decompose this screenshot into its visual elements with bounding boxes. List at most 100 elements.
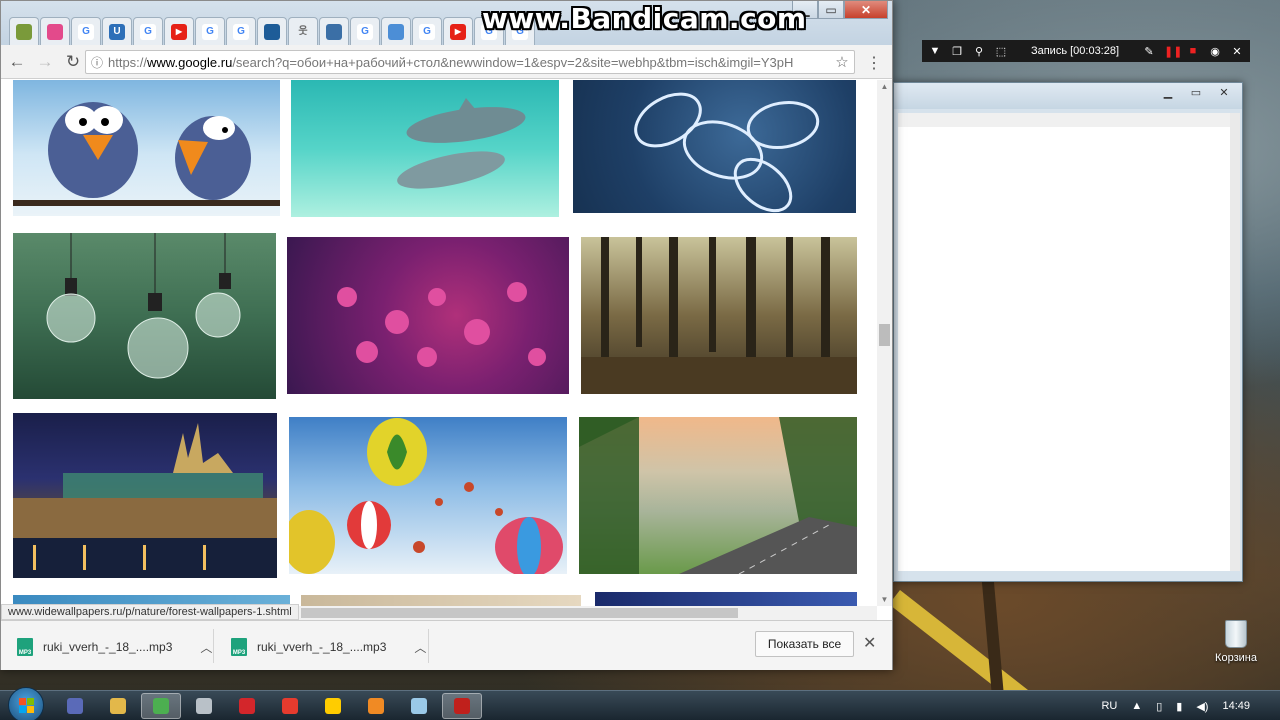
recycle-bin[interactable]: Корзина — [1208, 620, 1264, 664]
taskbar-button[interactable] — [442, 693, 482, 719]
search-icon[interactable]: ⚲ — [972, 45, 986, 58]
image-forest[interactable] — [581, 237, 857, 394]
google-icon: G — [233, 23, 249, 40]
browser-tab[interactable] — [257, 17, 287, 45]
clock[interactable]: 14:49 — [1222, 700, 1250, 712]
browser-tab[interactable] — [9, 17, 39, 45]
region-icon[interactable]: ⬚ — [994, 45, 1008, 58]
browser-tab[interactable]: G — [350, 17, 380, 45]
site-favicon — [16, 23, 32, 40]
chevron-up-icon[interactable]: ︿ — [200, 639, 212, 656]
close-icon[interactable]: ✕ — [863, 633, 876, 653]
youtube-icon: ▶ — [171, 23, 187, 40]
image-birds[interactable] — [13, 80, 280, 216]
taskbar-yandex-browser-icon — [325, 698, 341, 714]
background-window[interactable]: ▁ ▭ ✕ — [893, 82, 1243, 582]
browser-toolbar: ← → ↻ ⓘ https://www.google.ru/search?q=о… — [1, 45, 892, 79]
image-balloons[interactable] — [289, 417, 567, 574]
back-button[interactable]: ← — [3, 48, 31, 76]
browser-tab[interactable]: G — [412, 17, 442, 45]
taskbar-button[interactable] — [184, 693, 224, 719]
address-bar[interactable]: ⓘ https://www.google.ru/search?q=обои+на… — [85, 50, 855, 74]
mp3-file-icon: MP3 — [17, 638, 33, 656]
taskbar-button[interactable] — [356, 693, 396, 719]
pause-icon[interactable]: ❚❚ — [1164, 45, 1182, 58]
maximize-button[interactable]: ▭ — [818, 1, 844, 19]
volume-icon[interactable]: ◀) — [1196, 700, 1208, 713]
taskbar-button[interactable] — [55, 693, 95, 719]
minimize-icon[interactable]: ▁ — [1156, 85, 1180, 101]
browser-tab[interactable] — [381, 17, 411, 45]
address-url[interactable]: https://www.google.ru/search?q=обои+на+р… — [108, 55, 830, 70]
recycle-bin-label: Корзина — [1215, 652, 1257, 664]
person-icon: 웃 — [298, 25, 308, 37]
image-dolphins[interactable] — [291, 80, 559, 217]
tray-expand-icon[interactable]: ▲ — [1131, 700, 1142, 712]
show-all-downloads-button[interactable]: Показать все — [755, 631, 854, 657]
browser-tab[interactable]: 웃 — [288, 17, 318, 45]
download-item[interactable]: MP3 ruki_vverh_-_18_....mp3 ︿ — [231, 633, 426, 661]
forward-button[interactable]: → — [31, 48, 59, 76]
bookmark-star-icon[interactable]: ☆ — [830, 53, 854, 71]
stop-icon[interactable]: ■ — [1186, 45, 1200, 57]
device-icon[interactable]: ▯ — [1156, 700, 1162, 713]
scroll-up-icon[interactable]: ▲ — [879, 82, 890, 91]
close-icon[interactable]: ✕ — [1212, 85, 1236, 101]
windows-logo-icon — [19, 698, 34, 713]
recording-status: Запись [00:03:28] — [1030, 45, 1120, 57]
browser-tab[interactable]: G — [71, 17, 101, 45]
reload-button[interactable]: ↻ — [59, 48, 87, 76]
google-icon: G — [202, 23, 218, 40]
close-icon[interactable]: ✕ — [1230, 45, 1244, 58]
taskbar-button[interactable] — [98, 693, 138, 719]
image-foggy-road[interactable] — [579, 417, 857, 574]
browser-tab[interactable]: G — [195, 17, 225, 45]
browser-tab[interactable] — [319, 17, 349, 45]
image-frost-leaves[interactable] — [573, 80, 856, 213]
pencil-icon[interactable]: ✎ — [1142, 45, 1156, 58]
bandicam-toolbar: ▼ ❐ ⚲ ⬚ Запись [00:03:28] ✎ ❚❚ ■ ◉ ✕ — [922, 40, 1250, 62]
taskbar-button[interactable] — [399, 693, 439, 719]
camera-icon[interactable]: ◉ — [1208, 45, 1222, 58]
start-button[interactable] — [8, 687, 44, 720]
google-icon: G — [78, 23, 94, 40]
scrollbar-thumb[interactable] — [879, 324, 890, 346]
horizontal-scrollbar-thumb[interactable] — [301, 608, 738, 618]
scroll-down-icon[interactable]: ▼ — [879, 595, 890, 604]
chrome-window[interactable]: G U G ▶ G G 웃 G G ▶ G G ▁ ▭ ✕ ← → ↻ ⓘ https://www.g… — [0, 0, 893, 670]
dropdown-icon[interactable]: ▼ — [928, 45, 942, 57]
browser-tab[interactable]: ▶ — [443, 17, 473, 45]
maximize-icon[interactable]: ▭ — [1184, 85, 1208, 101]
image-results-grid — [1, 80, 877, 620]
browser-tab[interactable] — [40, 17, 70, 45]
info-icon[interactable]: ⓘ — [86, 54, 108, 71]
chevron-up-icon[interactable]: ︿ — [414, 639, 426, 656]
close-button[interactable]: ✕ — [844, 1, 888, 19]
taskbar-chrome-icon — [153, 698, 169, 714]
taskbar: RU ▲ ▯ ▮ ◀) 14:49 — [0, 687, 1280, 720]
window-mode-icon[interactable]: ❐ — [950, 45, 964, 58]
download-filename: ruki_vverh_-_18_....mp3 — [257, 640, 387, 654]
mp3-file-icon: MP3 — [231, 638, 247, 656]
taskbar-button[interactable] — [227, 693, 267, 719]
image-prague-night[interactable] — [13, 413, 277, 578]
image-pink-flowers[interactable] — [287, 237, 569, 394]
network-icon[interactable]: ▮ — [1176, 700, 1182, 713]
vertical-scrollbar[interactable]: ▲ ▼ — [877, 80, 892, 606]
image-light-bulbs[interactable] — [13, 233, 276, 399]
background-window-content — [898, 113, 1230, 571]
google-icon: G — [140, 23, 156, 40]
download-item[interactable]: MP3 ruki_vverh_-_18_....mp3 ︿ — [17, 633, 212, 661]
browser-tab[interactable]: G — [226, 17, 256, 45]
taskbar-button[interactable] — [313, 693, 353, 719]
language-indicator[interactable]: RU — [1101, 700, 1117, 712]
browser-tab[interactable]: ▶ — [164, 17, 194, 45]
menu-icon[interactable]: ⋮ — [866, 53, 882, 73]
taskbar-button[interactable] — [270, 693, 310, 719]
browser-tab[interactable]: U — [102, 17, 132, 45]
taskbar-button[interactable] — [141, 693, 181, 719]
site-favicon — [47, 23, 63, 40]
background-window-scrollbar[interactable] — [1230, 113, 1240, 571]
browser-tab[interactable]: G — [133, 17, 163, 45]
taskbar-notepad-icon — [411, 698, 427, 714]
